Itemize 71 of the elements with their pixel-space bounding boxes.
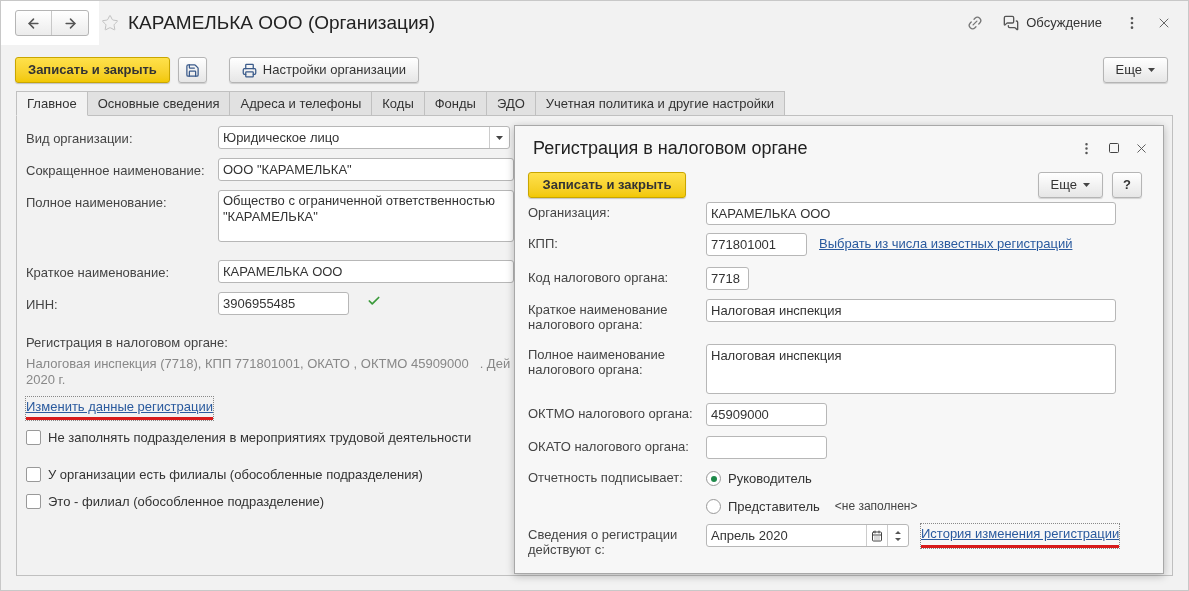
input-field[interactable]: 3906955485: [218, 292, 349, 315]
discussion-link[interactable]: Обсуждение: [1026, 13, 1102, 33]
text-area[interactable]: Налоговая инспекция: [706, 344, 1116, 394]
field-label: Полное наименование налогового органа:: [528, 346, 667, 377]
dialog-title: Регистрация в налоговом органе: [533, 136, 808, 160]
select-field[interactable]: Юридическое лицо: [218, 126, 510, 149]
chat-icon[interactable]: [1003, 15, 1020, 31]
field-label: КПП:: [528, 235, 559, 251]
checkbox-label: У организации есть филиалы (обособленные подразделения): [48, 465, 423, 484]
link[interactable]: История изменения регистрации: [921, 524, 1120, 548]
input-field[interactable]: 7718: [706, 267, 749, 290]
checkbox[interactable]: [26, 466, 41, 482]
arrow-left-icon: [26, 15, 41, 31]
tab[interactable]: Учетная политика и другие настройки: [534, 91, 785, 116]
input-field[interactable]: КАРАМЕЛЬКА ООО: [706, 202, 1116, 225]
input-field[interactable]: [706, 436, 827, 459]
text-area[interactable]: Общество с ограниченной ответственностью "КАРАМЕЛЬКА": [218, 190, 514, 242]
tab[interactable]: Адреса и телефоны: [229, 91, 373, 116]
field-label: Вид организации:: [26, 130, 134, 148]
radio-button[interactable]: [706, 471, 721, 487]
registration-summary: Налоговая инспекция (7718), КПП 771801001, ОКАТО , ОКТМО 45909000 . Дей: [26, 355, 511, 372]
radio-label: Руководитель: [728, 470, 812, 488]
arrow-right-icon: [62, 15, 78, 31]
input-field[interactable]: КАРАМЕЛЬКА ООО: [218, 260, 514, 283]
window-title: КАРАМЕЛЬКА ООО (Организация): [128, 10, 436, 35]
checkbox-label: Не заполнять подразделения в мероприятиях трудовой деятельности: [48, 429, 472, 447]
field-label: Краткое наименование налогового органа:: [528, 301, 669, 332]
field-label: Код налогового органа:: [528, 269, 670, 285]
more-button[interactable]: Еще: [1037, 172, 1104, 198]
radio-label: Представитель: [728, 497, 820, 516]
star-icon[interactable]: [101, 14, 119, 32]
save-icon: [184, 62, 200, 78]
input-field[interactable]: Налоговая инспекция: [706, 299, 1116, 322]
checkbox[interactable]: [26, 494, 41, 510]
help-button[interactable]: ?: [1112, 172, 1142, 198]
registration-summary: 2020 г.: [26, 371, 66, 388]
caret-icon: [496, 135, 503, 140]
checkbox-label: Это - филиал (обособленное подразделение): [48, 493, 325, 511]
save-button[interactable]: [177, 57, 207, 83]
spin-arrows-icon: [895, 529, 901, 542]
field-label: Сведения о регистрации действуют с:: [528, 526, 679, 557]
save-close-button[interactable]: Записать и закрыть: [528, 172, 686, 198]
printer-icon: [241, 62, 257, 78]
tab[interactable]: Коды: [371, 91, 425, 116]
field-label: Краткое наименование:: [26, 264, 171, 282]
checkbox[interactable]: [26, 430, 41, 446]
caret-icon: [1148, 68, 1155, 72]
settings-button[interactable]: Настройки организации: [228, 57, 419, 83]
more-button[interactable]: Еще: [1102, 57, 1168, 83]
field-label: Полное наименование:: [26, 194, 168, 212]
field-label: Сокращенное наименование:: [26, 162, 206, 180]
calendar-icon: [871, 529, 883, 542]
radio-button[interactable]: [706, 498, 721, 514]
input-field[interactable]: ООО "КАРАМЕЛЬКА": [218, 158, 514, 181]
field-label: ОКТМО налогового органа:: [528, 405, 694, 421]
link[interactable]: Изменить данные регистрации: [26, 396, 213, 420]
field-label: ОКАТО налогового органа:: [528, 438, 690, 454]
maximize-icon[interactable]: [1108, 142, 1120, 154]
field-label: ИНН:: [26, 296, 59, 314]
empty-value-note: <не заполнен>: [834, 498, 918, 516]
tab[interactable]: Главное: [16, 91, 88, 116]
save-close-button[interactable]: Записать и закрыть: [15, 57, 170, 83]
link[interactable]: Выбрать из числа известных регистраций: [819, 234, 1073, 255]
tab[interactable]: Основные сведения: [86, 91, 231, 116]
field-label: Организация:: [528, 204, 612, 220]
input-field[interactable]: 771801001: [706, 233, 807, 256]
date-field[interactable]: Апрель 2020: [706, 524, 909, 548]
input-field[interactable]: 45909000: [706, 403, 827, 426]
section-heading: Регистрация в налоговом органе:: [26, 334, 229, 352]
field-label: Отчетность подписывает:: [528, 469, 684, 485]
caret-icon: [1083, 183, 1091, 187]
